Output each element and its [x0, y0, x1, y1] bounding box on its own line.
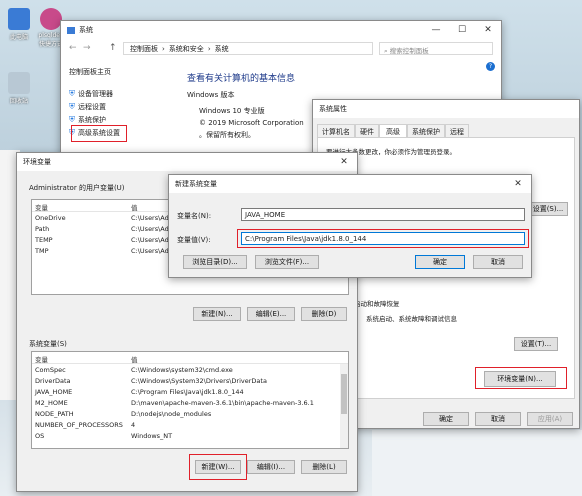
sidebar-item-device-manager[interactable]: ⛨ 设备管理器	[69, 87, 169, 100]
up-arrow-icon[interactable]: ↑	[109, 43, 117, 53]
system-new-button[interactable]: 新建(W)...	[195, 460, 241, 474]
recycle-bin-icon	[8, 72, 30, 94]
close-button[interactable]: ✕	[475, 21, 501, 39]
column-header-variable[interactable]: 变量	[32, 352, 128, 364]
close-button[interactable]: ✕	[331, 153, 357, 171]
database-icon	[40, 8, 62, 30]
scrollbar[interactable]	[340, 364, 348, 448]
apply-button[interactable]: 应用(A)	[527, 412, 573, 426]
desktop-icon-recycle-bin[interactable]: 回收站	[2, 72, 36, 105]
variable-name-input[interactable]: JAVA_HOME	[241, 208, 525, 221]
user-vars-label: Administrator 的用户变量(U)	[29, 184, 125, 192]
system-vars-list[interactable]: 变量 值 ComSpec C:\Windows\system32\cmd.exe …	[31, 351, 349, 449]
wallpaper-building	[372, 430, 582, 496]
user-new-button[interactable]: 新建(N)...	[193, 307, 241, 321]
column-header-variable[interactable]: 变量	[32, 200, 128, 212]
windows-edition: Windows 10 专业版	[199, 107, 265, 115]
environment-variables-button[interactable]: 环境变量(N)...	[484, 371, 556, 387]
chevron-right-icon: ›	[162, 44, 165, 53]
table-row[interactable]: OS Windows_NT	[32, 430, 348, 441]
startup-recovery-title: 启动和故障恢复	[354, 300, 400, 308]
shield-icon: ⛨	[69, 88, 75, 98]
breadcrumb-item[interactable]: 系统	[215, 44, 229, 54]
user-delete-button[interactable]: 删除(D)	[301, 307, 347, 321]
desktop-icon-this-pc[interactable]: 此电脑	[2, 8, 36, 41]
tab-advanced[interactable]: 高级	[379, 124, 407, 137]
nav-bar: ← → ↑ 控制面板 › 系统和安全 › 系统 ⌕ 搜索控制面板	[61, 41, 501, 57]
sidebar: 控制面板主页 ⛨ 设备管理器 ⛨ 远程设置 ⛨ 系统保护 ⛨ 高级系统设置	[69, 67, 169, 139]
system-edit-button[interactable]: 编辑(I)...	[247, 460, 295, 474]
cancel-button[interactable]: 取消	[473, 255, 523, 269]
variable-value-label: 变量值(V):	[177, 236, 211, 244]
help-icon[interactable]: ?	[486, 62, 495, 71]
table-row[interactable]: ComSpec C:\Windows\system32\cmd.exe	[32, 364, 348, 375]
computer-icon	[8, 8, 30, 30]
cancel-button[interactable]: 取消	[475, 412, 521, 426]
shield-icon: ⛨	[69, 114, 75, 124]
table-row[interactable]: NUMBER_OF_PROCESSORS 4	[32, 419, 348, 430]
tab-computer-name[interactable]: 计算机名	[317, 124, 355, 137]
system-icon	[67, 26, 75, 34]
user-edit-button[interactable]: 编辑(E)...	[247, 307, 295, 321]
copyright-text: © 2019 Microsoft Corporation	[199, 119, 304, 127]
browse-file-button[interactable]: 浏览文件(F)...	[255, 255, 319, 269]
section-title: Windows 版本	[187, 91, 235, 99]
close-button[interactable]: ✕	[505, 175, 531, 193]
tab-system-protection[interactable]: 系统保护	[407, 124, 445, 137]
forward-arrow-icon[interactable]: →	[83, 43, 91, 53]
system-delete-button[interactable]: 删除(L)	[301, 460, 347, 474]
column-header-value[interactable]: 值	[128, 200, 141, 212]
chevron-right-icon: ›	[207, 44, 211, 53]
new-system-variable-dialog: 新建系统变量 ✕ 变量名(N): JAVA_HOME 变量值(V): C:\Pr…	[168, 174, 532, 278]
env-titlebar[interactable]: 环境变量	[17, 153, 357, 171]
settings-s-button[interactable]: 设置(S)...	[528, 202, 568, 216]
back-arrow-icon[interactable]: ←	[69, 43, 77, 53]
shield-icon: ⛨	[69, 101, 75, 111]
browse-directory-button[interactable]: 浏览目录(D)...	[183, 255, 247, 269]
table-row[interactable]: JAVA_HOME C:\Program Files\Java\jdk1.8.0_…	[32, 386, 348, 397]
table-row[interactable]: NODE_PATH D:\nodejs\node_modules	[32, 408, 348, 419]
system-vars-label: 系统变量(S)	[29, 340, 67, 348]
scrollbar-thumb[interactable]	[341, 374, 347, 414]
column-header-value[interactable]: 值	[128, 352, 141, 364]
tab-strip: 计算机名 硬件 高级 系统保护 远程	[317, 124, 469, 137]
ok-button[interactable]: 确定	[415, 255, 465, 269]
startup-recovery-desc: 系统启动、系统故障和调试信息	[366, 315, 457, 323]
dialog-titlebar[interactable]: 新建系统变量	[169, 175, 531, 193]
rights-text: 。保留所有权利。	[199, 131, 255, 139]
sidebar-item-system-protection[interactable]: ⛨ 系统保护	[69, 113, 169, 126]
breadcrumb-item[interactable]: 控制面板	[130, 44, 158, 54]
settings-t-button[interactable]: 设置(T)...	[514, 337, 558, 351]
maximize-button[interactable]: ☐	[449, 21, 475, 39]
ok-button[interactable]: 确定	[423, 412, 469, 426]
table-row[interactable]: M2_HOME D:\maven\apache-maven-3.6.1\bin\a…	[32, 397, 348, 408]
sidebar-home-link[interactable]: 控制面板主页	[69, 67, 169, 77]
breadcrumb-item[interactable]: 系统和安全	[169, 44, 204, 54]
page-title: 查看有关计算机的基本信息	[187, 74, 296, 84]
search-icon: ⌕	[384, 47, 388, 55]
system-properties-titlebar[interactable]: 系统属性	[313, 100, 579, 118]
table-row[interactable]: DriverData C:\Windows\System32\Drivers\Dr…	[32, 375, 348, 386]
variable-value-input[interactable]: C:\Program Files\Java\jdk1.8.0_144	[241, 232, 525, 245]
minimize-button[interactable]: —	[423, 21, 449, 39]
breadcrumb[interactable]: 控制面板 › 系统和安全 › 系统	[123, 42, 373, 55]
search-input[interactable]: ⌕ 搜索控制面板	[379, 42, 493, 55]
shield-icon: ⛨	[69, 127, 75, 137]
sidebar-item-advanced-settings[interactable]: ⛨ 高级系统设置	[69, 126, 169, 139]
variable-name-label: 变量名(N):	[177, 212, 212, 220]
tab-remote[interactable]: 远程	[445, 124, 469, 137]
sidebar-item-remote-settings[interactable]: ⛨ 远程设置	[69, 100, 169, 113]
tab-hardware[interactable]: 硬件	[355, 124, 379, 137]
